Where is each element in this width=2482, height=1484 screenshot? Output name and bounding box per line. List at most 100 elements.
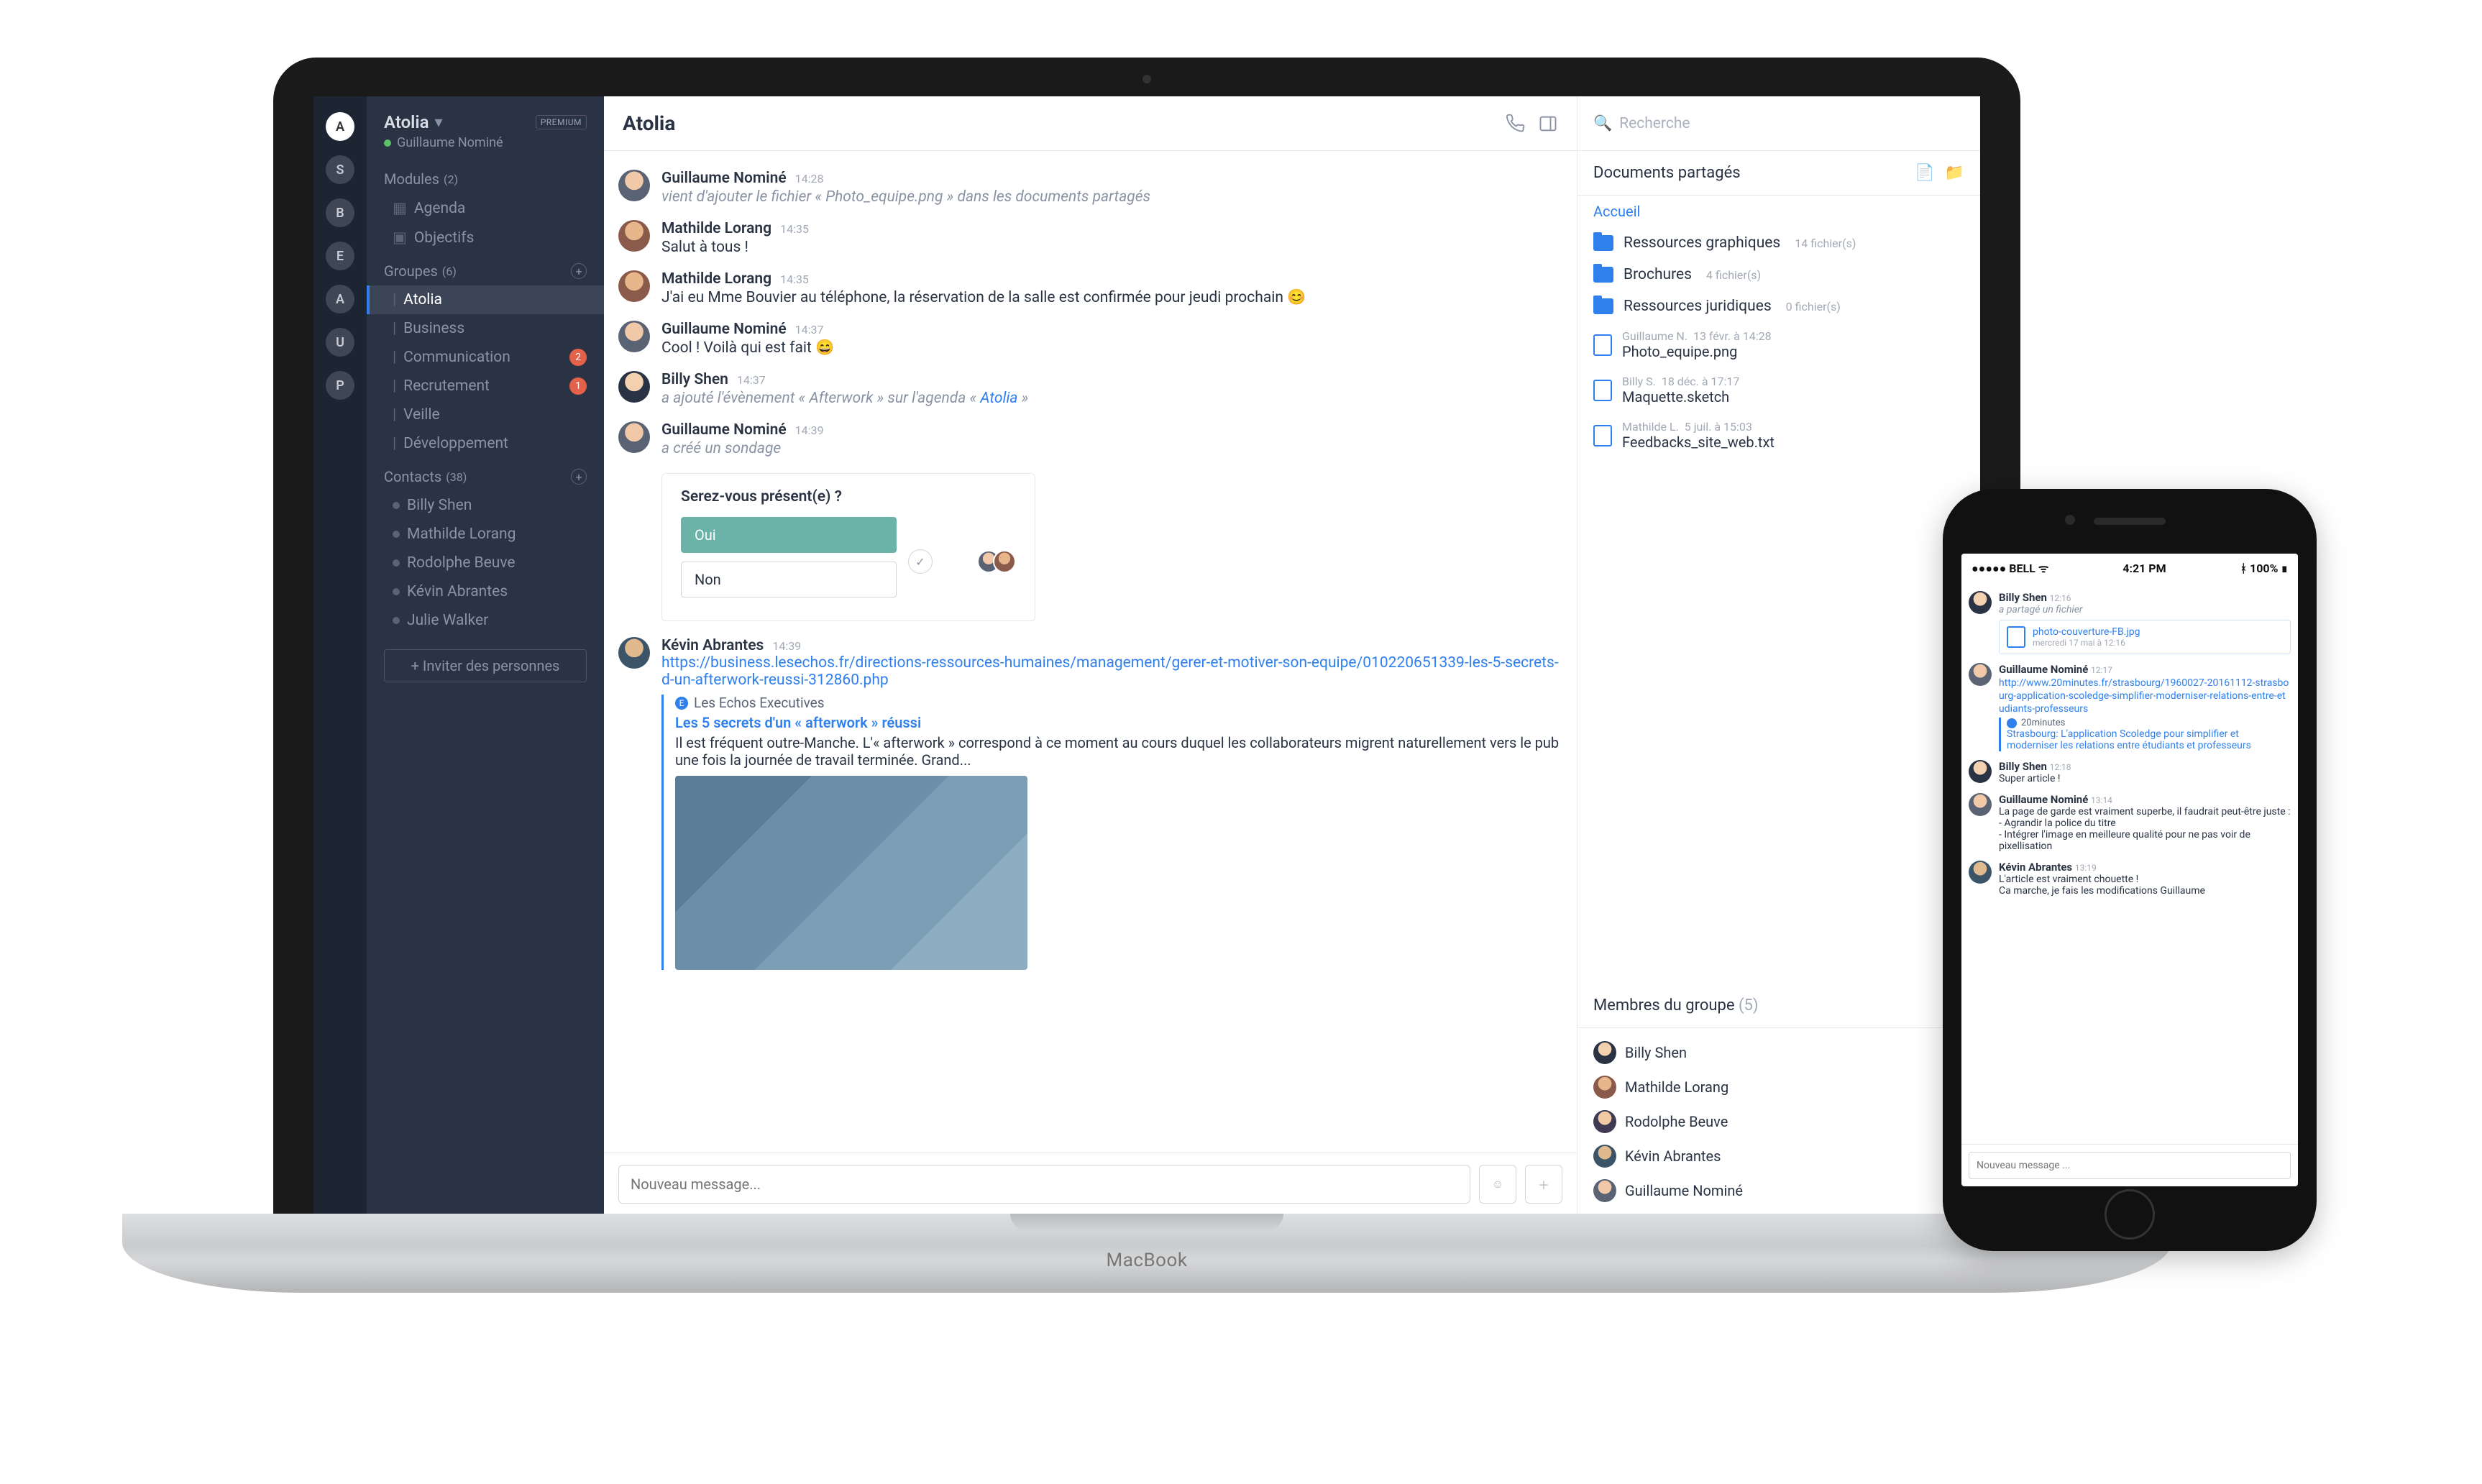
avatar xyxy=(618,321,650,352)
rail-item-6[interactable]: P xyxy=(326,371,354,400)
carrier-label: ●●●●● BELL ᯤ xyxy=(1972,560,2048,576)
attach-button[interactable]: ＋ xyxy=(1525,1165,1562,1204)
message-composer: ☺ ＋ xyxy=(604,1153,1577,1215)
poll-option-oui[interactable]: Oui xyxy=(681,517,897,553)
file-row[interactable]: Guillaume N. 13 févr. à 14:28Photo_equip… xyxy=(1577,322,1980,367)
chat-header: Atolia xyxy=(604,96,1577,151)
current-user: Guillaume Nominé xyxy=(384,135,587,150)
contact-item[interactable]: Mathilde Lorang xyxy=(367,520,604,549)
phone-composer xyxy=(1961,1144,2298,1186)
module-agenda[interactable]: ▦Agenda xyxy=(367,193,604,223)
macbook-bezel: A S B E A U P Atolia ▾ PREMIUM Guillaume… xyxy=(273,58,2020,1215)
member-row[interactable]: Kévin Abrantes xyxy=(1593,1139,1964,1173)
contact-item[interactable]: Julie Walker xyxy=(367,606,604,635)
member-row[interactable]: Billy Shen xyxy=(1593,1035,1964,1070)
group-recrutement[interactable]: |Recrutement1 xyxy=(367,372,604,400)
module-objectifs[interactable]: ▣Objectifs xyxy=(367,223,604,252)
attachment[interactable]: photo-couverture-FB.jpgmercredi 17 mai à… xyxy=(1999,620,2291,654)
link-preview[interactable]: ELes Echos Executives Les 5 secrets d'un… xyxy=(661,695,1562,970)
file-row[interactable]: Billy S. 18 déc. à 17:17Maquette.sketch xyxy=(1577,367,1980,413)
workspace-rail: A S B E A U P xyxy=(313,96,367,1215)
upload-file-icon[interactable]: 📄 xyxy=(1915,164,1934,182)
phone-message-input[interactable] xyxy=(1969,1152,2291,1179)
add-group-button[interactable]: + xyxy=(571,263,587,279)
avatar xyxy=(1969,591,1992,614)
message: Billy Shen 12:18 Super article ! xyxy=(1969,756,2291,789)
member-row[interactable]: Rodolphe Beuve xyxy=(1593,1104,1964,1139)
message: Guillaume Nominé 12:17 http://www.20minu… xyxy=(1969,659,2291,756)
poll-card: Serez-vous présent(e) ? Oui Non ✓ xyxy=(661,473,1035,621)
poll-option-non[interactable]: Non xyxy=(681,562,897,597)
wifi-icon: ᯤ xyxy=(2038,562,2049,575)
call-icon[interactable] xyxy=(1505,114,1525,134)
section-contacts[interactable]: Contacts(38) + xyxy=(367,458,604,491)
app-screen: A S B E A U P Atolia ▾ PREMIUM Guillaume… xyxy=(313,96,1980,1215)
add-contact-button[interactable]: + xyxy=(571,469,587,485)
rail-item-2[interactable]: B xyxy=(326,198,354,227)
group-developpement[interactable]: |Développement xyxy=(367,429,604,458)
unread-badge: 2 xyxy=(569,349,587,366)
contact-item[interactable]: Billy Shen xyxy=(367,491,604,520)
breadcrumb[interactable]: Accueil xyxy=(1577,196,1980,227)
poll-question: Serez-vous présent(e) ? xyxy=(681,488,1016,505)
macbook-frame: A S B E A U P Atolia ▾ PREMIUM Guillaume… xyxy=(273,58,2020,1215)
new-folder-icon[interactable]: 📁 xyxy=(1945,164,1964,182)
file-row[interactable]: Mathilde L. 5 juil. à 15:03Feedbacks_sit… xyxy=(1577,413,1980,458)
invite-button[interactable]: + Inviter des personnes xyxy=(384,649,587,682)
message: Guillaume Nominé 13:14 La page de garde … xyxy=(1969,789,2291,856)
submit-vote-icon[interactable]: ✓ xyxy=(908,549,933,574)
right-panel: 🔍 Recherche Documents partagés 📄 📁 Accue… xyxy=(1577,96,1980,1215)
folder-row[interactable]: Ressources juridiques0 fichier(s) xyxy=(1577,290,1980,322)
rail-item-4[interactable]: A xyxy=(326,285,354,313)
message: Guillaume Nominé14:28 vient d'ajouter le… xyxy=(618,162,1562,213)
message: Guillaume Nominé14:37 Cool ! Voilà qui e… xyxy=(618,313,1562,364)
battery-label: ᚼ 100% ▮ xyxy=(2240,562,2288,575)
folder-row[interactable]: Brochures4 fichier(s) xyxy=(1577,259,1980,290)
rail-item-5[interactable]: U xyxy=(326,328,354,357)
group-veille[interactable]: |Veille xyxy=(367,400,604,429)
shared-link[interactable]: https://business.lesechos.fr/directions-… xyxy=(661,654,1559,689)
speaker-icon xyxy=(2094,518,2166,525)
rail-item-3[interactable]: E xyxy=(326,242,354,270)
emoji-button[interactable]: ☺ xyxy=(1479,1165,1516,1204)
macbook-base: MacBook xyxy=(122,1214,2171,1293)
workspace-header[interactable]: Atolia ▾ PREMIUM Guillaume Nominé xyxy=(367,96,604,160)
unread-badge: 1 xyxy=(569,377,587,395)
message-input[interactable] xyxy=(618,1165,1470,1204)
contact-item[interactable]: Kévin Abrantes xyxy=(367,577,604,606)
avatar xyxy=(1969,793,1992,816)
premium-badge: PREMIUM xyxy=(536,115,587,129)
section-groupes[interactable]: Groupes(6) + xyxy=(367,252,604,285)
voters xyxy=(984,550,1016,573)
home-button[interactable] xyxy=(2105,1189,2155,1240)
avatar xyxy=(618,220,650,252)
rail-item-1[interactable]: S xyxy=(326,155,354,184)
avatar xyxy=(1593,1076,1616,1099)
avatar xyxy=(1969,663,1992,686)
avatar xyxy=(618,421,650,453)
agenda-link[interactable]: Atolia xyxy=(980,390,1017,407)
member-row[interactable]: Guillaume Nominé xyxy=(1593,1173,1964,1208)
phone-thread[interactable]: Billy Shen 12:16 a partagé un fichier ph… xyxy=(1961,582,2298,1144)
shared-link[interactable]: http://www.20minutes.fr/strasbourg/19600… xyxy=(1999,677,2289,715)
group-communication[interactable]: |Communication2 xyxy=(367,343,604,372)
message: Billy Shen 12:16 a partagé un fichier ph… xyxy=(1969,587,2291,659)
panel-toggle-icon[interactable] xyxy=(1538,114,1558,134)
folder-row[interactable]: Ressources graphiques14 fichier(s) xyxy=(1577,227,1980,259)
link-preview[interactable]: 20minutes Strasbourg: L'application Scol… xyxy=(1999,718,2291,751)
message-thread[interactable]: Guillaume Nominé14:28 vient d'ajouter le… xyxy=(604,151,1577,1153)
status-time: 4:21 PM xyxy=(2048,562,2240,575)
rail-item-0[interactable]: A xyxy=(326,112,354,141)
avatar xyxy=(618,371,650,403)
group-business[interactable]: |Business xyxy=(367,314,604,343)
bluetooth-icon: ᚼ xyxy=(2240,562,2247,575)
section-modules[interactable]: Modules(2) xyxy=(367,160,604,193)
group-atolia[interactable]: |Atolia xyxy=(367,285,604,314)
avatar xyxy=(1969,861,1992,884)
avatar xyxy=(618,637,650,669)
contact-item[interactable]: Rodolphe Beuve xyxy=(367,549,604,577)
file-icon xyxy=(1593,380,1612,401)
member-row[interactable]: Mathilde Lorang xyxy=(1593,1070,1964,1104)
message: Mathilde Lorang14:35 Salut à tous ! xyxy=(618,213,1562,263)
search-field[interactable]: 🔍 Recherche xyxy=(1577,96,1980,151)
